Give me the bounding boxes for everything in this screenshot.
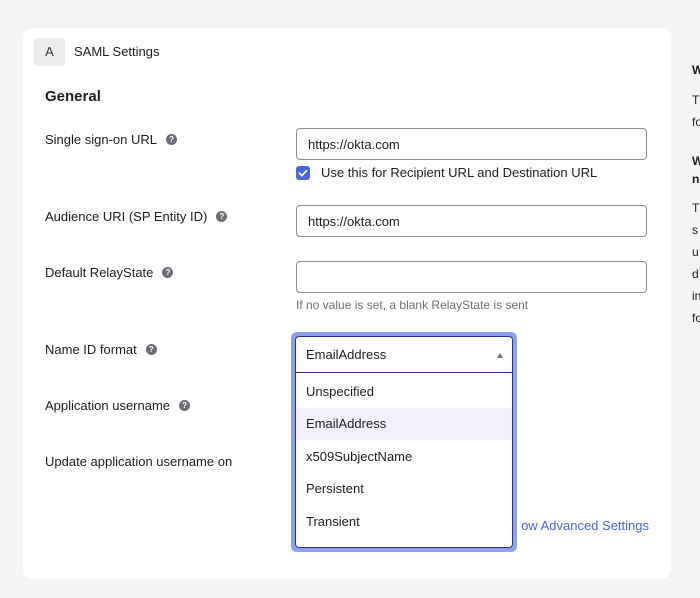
audience-uri-input[interactable] (296, 205, 647, 237)
show-advanced-settings-link[interactable]: ow Advanced Settings (521, 518, 649, 533)
recipient-url-checkbox-label: Use this for Recipient URL and Destinati… (321, 165, 598, 180)
right-panel-text: s (692, 223, 698, 237)
help-icon[interactable]: ? (162, 267, 174, 278)
help-icon[interactable]: ? (166, 134, 178, 145)
dropdown-option[interactable]: Persistent (296, 473, 512, 506)
update-username-label-text: Update application username on (45, 454, 233, 469)
relay-state-label-text: Default RelayState (45, 265, 154, 280)
right-panel-text: T (692, 201, 700, 215)
app-username-label: Application username ? (45, 398, 191, 413)
relay-state-input[interactable] (296, 261, 647, 293)
dropdown-option-selected[interactable]: EmailAddress (296, 407, 512, 440)
help-icon[interactable]: ? (216, 211, 228, 222)
audience-uri-label: Audience URI (SP Entity ID) ? (45, 209, 228, 224)
right-panel-text: in (692, 289, 700, 303)
right-panel-text: fo (692, 311, 700, 325)
dropdown-option[interactable]: Transient (296, 505, 512, 538)
name-id-format-dropdown[interactable]: EmailAddress Unspecified EmailAddress x5… (291, 332, 517, 552)
relay-state-hint: If no value is set, a blank RelayState i… (296, 298, 529, 312)
selected-value: EmailAddress (306, 347, 387, 362)
app-username-label-text: Application username (45, 398, 171, 413)
update-username-label: Update application username on (45, 454, 232, 469)
dropdown-panel: EmailAddress Unspecified EmailAddress x5… (295, 336, 513, 548)
audience-uri-label-text: Audience URI (SP Entity ID) (45, 209, 208, 224)
help-icon[interactable]: ? (145, 344, 157, 355)
card-title: SAML Settings (74, 44, 160, 59)
recipient-url-checkbox-row[interactable]: Use this for Recipient URL and Destinati… (296, 165, 597, 180)
check-icon (298, 169, 308, 176)
step-badge: A (34, 38, 65, 66)
right-panel-text: u (692, 245, 699, 259)
recipient-url-checkbox[interactable] (296, 165, 310, 180)
relay-state-label: Default RelayState ? (45, 265, 174, 280)
right-panel-text: W (692, 154, 700, 168)
section-title: General (45, 88, 101, 105)
help-icon[interactable]: ? (179, 400, 191, 411)
right-panel-text: T (692, 93, 700, 107)
sso-url-input[interactable] (296, 128, 647, 160)
sso-url-label: Single sign-on URL ? (45, 132, 178, 147)
right-panel-text: W (692, 63, 700, 77)
right-panel-text: d (692, 267, 699, 281)
name-id-format-label: Name ID format ? (45, 342, 157, 357)
name-id-format-select[interactable]: EmailAddress (296, 337, 512, 373)
caret-up-icon (497, 353, 503, 358)
right-panel-text: fo (692, 115, 700, 129)
dropdown-option[interactable]: x509SubjectName (296, 440, 512, 473)
right-panel-text: n (692, 172, 700, 186)
dropdown-option[interactable]: Unspecified (296, 375, 512, 408)
name-id-format-label-text: Name ID format (45, 342, 137, 357)
sso-url-label-text: Single sign-on URL (45, 132, 158, 147)
